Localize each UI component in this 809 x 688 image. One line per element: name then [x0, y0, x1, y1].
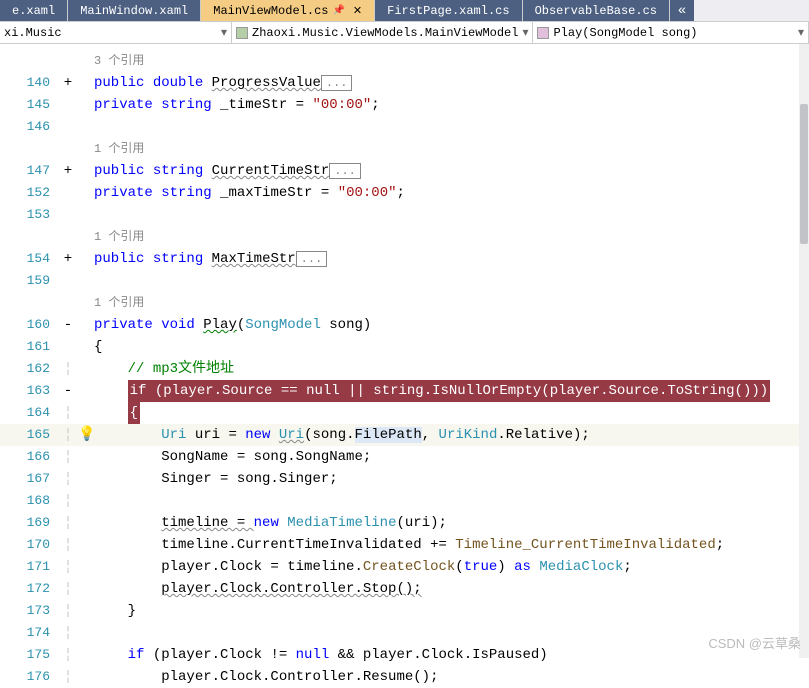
- codelens[interactable]: 1 个引用: [94, 138, 809, 160]
- collapsed-box[interactable]: ...: [321, 75, 353, 91]
- collapsed-box[interactable]: ...: [329, 163, 361, 179]
- method-icon: [537, 27, 549, 39]
- close-icon[interactable]: ✕: [353, 4, 362, 18]
- codelens[interactable]: 1 个引用: [94, 292, 809, 314]
- pin-icon[interactable]: 📌: [332, 5, 344, 17]
- codelens[interactable]: 3 个引用: [94, 50, 809, 72]
- highlighted-line: if (player.Source == null || string.IsNu…: [128, 380, 771, 402]
- fold-expand-icon[interactable]: +: [64, 75, 72, 91]
- nav-bar: xi.Music▾ Zhaoxi.Music.ViewModels.MainVi…: [0, 22, 809, 44]
- vertical-scrollbar[interactable]: [799, 44, 809, 658]
- chevron-down-icon: ▾: [522, 25, 528, 40]
- fold-expand-icon[interactable]: +: [64, 251, 72, 267]
- line-number: 140: [0, 72, 58, 94]
- nav-member[interactable]: Play(SongModel song)▾: [533, 22, 809, 43]
- fold-collapse-icon[interactable]: -: [64, 383, 72, 399]
- nav-project[interactable]: xi.Music▾: [0, 22, 232, 43]
- code-editor[interactable]: 3 个引用 140+public double ProgressValue...…: [0, 44, 809, 658]
- watermark: CSDN @云草桑: [708, 633, 801, 652]
- chevron-down-icon: ▾: [798, 25, 804, 40]
- tab-overflow-button[interactable]: «: [670, 0, 694, 21]
- codelens[interactable]: 1 个引用: [94, 226, 809, 248]
- tab-observablebase[interactable]: ObservableBase.cs: [523, 0, 670, 21]
- fold-expand-icon[interactable]: +: [64, 163, 72, 179]
- tab-mainwindow[interactable]: MainWindow.xaml: [68, 0, 201, 21]
- collapsed-box[interactable]: ...: [296, 251, 328, 267]
- tab-e-xaml[interactable]: e.xaml: [0, 0, 68, 21]
- tab-bar: e.xaml MainWindow.xaml MainViewModel.cs📌…: [0, 0, 809, 22]
- nav-class[interactable]: Zhaoxi.Music.ViewModels.MainViewModel▾: [232, 22, 533, 43]
- tab-mainviewmodel[interactable]: MainViewModel.cs📌✕: [201, 0, 375, 21]
- fold-collapse-icon[interactable]: -: [64, 317, 72, 333]
- class-icon: [236, 27, 248, 39]
- tab-firstpage[interactable]: FirstPage.xaml.cs: [375, 0, 522, 21]
- scrollbar-thumb[interactable]: [800, 104, 808, 244]
- chevron-down-icon: ▾: [221, 25, 227, 40]
- lightbulb-icon[interactable]: 💡: [78, 427, 95, 443]
